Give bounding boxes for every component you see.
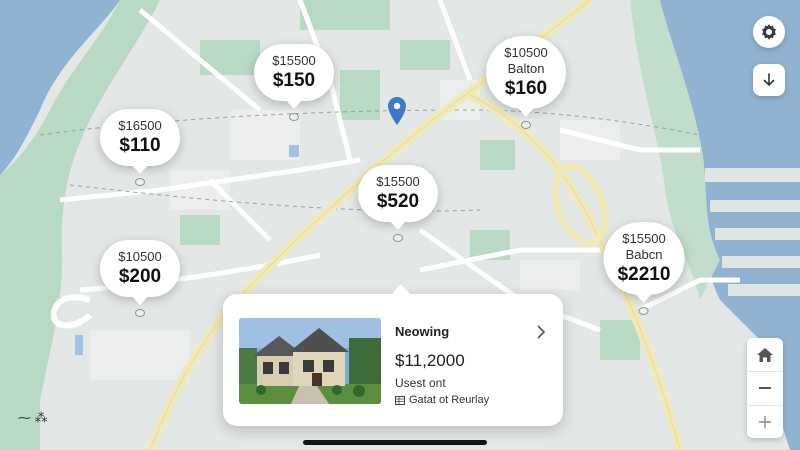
listing-detail-text: Gatat ot Reurlay [409, 394, 490, 406]
pin-sub-price: $10500 [504, 45, 548, 60]
listing-detail: Gatat ot Reurlay [395, 394, 489, 406]
home-indicator[interactable] [303, 440, 487, 445]
home-button[interactable] [747, 338, 783, 371]
price-pin[interactable]: $10500 $200 [100, 240, 180, 317]
gear-icon [762, 24, 776, 40]
listing-title: Neowing [395, 324, 450, 339]
price-bubble[interactable]: $15500 $520 [358, 165, 438, 222]
pin-price: $520 [376, 191, 420, 212]
price-bubble[interactable]: $15500 Babcn $2210 [603, 222, 685, 295]
pin-anchor-dot [639, 307, 649, 315]
chevron-right-icon[interactable] [535, 324, 547, 340]
pin-area-label: Balton [507, 61, 545, 76]
download-button[interactable] [753, 64, 785, 96]
pin-sub-price: $10500 [118, 249, 162, 264]
listing-price: $11,2000 [395, 351, 465, 370]
price-pin[interactable]: $16500 $110 [100, 109, 180, 186]
pin-price: $110 [119, 135, 161, 156]
pin-anchor-dot [521, 121, 531, 129]
pin-sub-price: $15500 [376, 174, 420, 189]
price-pin[interactable]: $15500 $150 [254, 44, 334, 121]
settings-button[interactable] [753, 16, 785, 48]
table-icon [395, 395, 405, 405]
pin-price: $150 [272, 70, 316, 91]
pin-price: $200 [118, 266, 162, 287]
pin-price: $2210 [617, 264, 671, 285]
zoom-out-button[interactable] [747, 371, 783, 404]
price-pin[interactable]: $10500 Balton $160 [486, 36, 566, 129]
map-pin-icon[interactable] [388, 97, 406, 125]
listing-subtitle: Usest ont [395, 376, 446, 390]
price-bubble[interactable]: $10500 $200 [100, 240, 180, 297]
pin-anchor-dot [289, 113, 299, 121]
price-pin[interactable]: $15500 $520 [358, 165, 438, 242]
download-arrow-icon [763, 73, 775, 87]
pin-sub-price: $16500 [118, 118, 162, 133]
map-attribution: ⁓ ⁂ [18, 410, 48, 425]
pin-price: $160 [504, 78, 548, 99]
plus-icon [759, 415, 771, 428]
listing-card[interactable]: Neowing $11,2000 Usest ont Gatat ot Reur… [223, 284, 563, 426]
pin-anchor-dot [135, 309, 145, 317]
pin-area-label: Babcn [625, 247, 663, 262]
minus-icon [759, 387, 771, 390]
pin-anchor-dot [393, 234, 403, 242]
price-bubble[interactable]: $10500 Balton $160 [486, 36, 566, 109]
price-pin[interactable]: $15500 Babcn $2210 [603, 222, 685, 315]
price-bubble[interactable]: $15500 $150 [254, 44, 334, 101]
pin-sub-price: $15500 [272, 53, 316, 68]
pin-anchor-dot [135, 178, 145, 186]
zoom-in-button[interactable] [747, 404, 783, 438]
map-zoom-controls [747, 338, 783, 438]
pin-sub-price: $15500 [622, 231, 666, 246]
home-icon [757, 347, 773, 362]
house-photo [239, 318, 381, 404]
price-bubble[interactable]: $16500 $110 [100, 109, 180, 166]
